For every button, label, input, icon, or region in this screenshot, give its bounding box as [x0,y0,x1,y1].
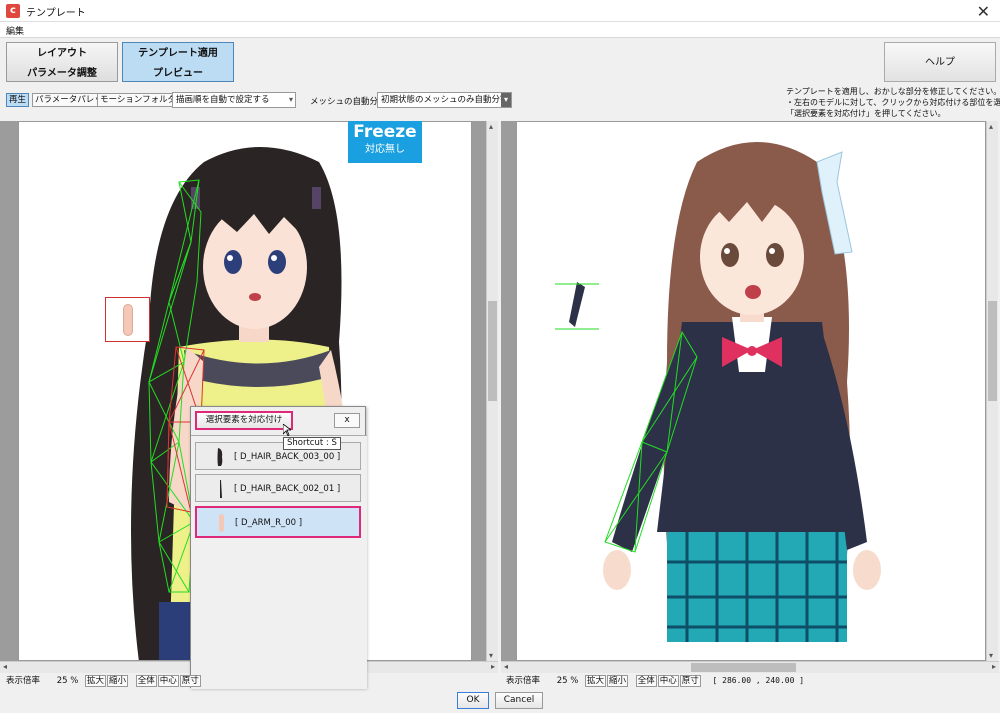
mesh-split-value: 初期状態のメッシュのみ自動分割 [381,95,509,105]
right-canvas-gutter [501,121,516,661]
scroll-left-icon[interactable]: ◂ [504,662,508,671]
cursor-coordinates: [ 286.00 , 240.00 ] [712,676,805,685]
scroll-down-icon[interactable]: ▾ [489,651,493,660]
preview-label: プレビュー [153,68,203,79]
shortcut-tooltip: Shortcut : S [283,437,341,450]
left-status-bar: 表示倍率 25 % 拡大 縮小 全体 中心 原寸 [6,674,202,687]
play-button[interactable]: 再生 [6,93,30,107]
draw-order-value: 描画順を自動で設定する [176,95,270,105]
menu-edit[interactable]: 編集 [6,24,24,37]
right-horizontal-scrollbar[interactable]: ◂ ▸ [501,661,999,673]
zoom-out-button[interactable]: 縮小 [607,675,629,687]
window-title: テンプレート [26,8,86,19]
list-item[interactable]: [ D_HAIR_BACK_002_01 ] [195,474,361,502]
draw-order-select[interactable]: 描画順を自動で設定する ▾ [172,92,296,108]
instruction-line-2: ・左右のモデルに対して、クリックから対応付ける部位を選び、 [786,98,1000,107]
fit-button[interactable]: 全体 [635,675,657,687]
zoom-label: 表示倍率 [6,676,41,686]
close-icon[interactable]: ✕ [977,2,990,21]
assign-selected-button[interactable]: 選択要素を対応付け [195,411,293,430]
list-item-label: [ D_ARM_R_00 ] [235,518,303,528]
original-size-button[interactable]: 原寸 [179,675,201,687]
right-canvas[interactable] [516,121,986,661]
list-item-label: [ D_HAIR_BACK_003_00 ] [234,452,341,462]
layout-mode-button[interactable]: レイアウト パラメータ調整 [6,42,118,82]
arm-thumbnail-icon [123,304,133,336]
mesh-label: メッシュの自動分割 [310,97,387,107]
hair-part-icon [220,480,222,498]
list-item-label: [ D_HAIR_BACK_002_01 ] [234,484,341,494]
center-button[interactable]: 中心 [657,675,679,687]
template-apply-button[interactable]: テンプレート適用 プレビュー [122,42,234,82]
mouse-cursor-icon [283,424,291,436]
arm-part-icon [219,514,224,532]
zoom-value: 25 % [56,676,79,686]
zoom-value: 25 % [556,676,579,686]
instruction-line-3: 「選択要素を対応付け」を押してください。 [786,109,946,118]
template-apply-label: テンプレート適用 [138,48,218,59]
left-canvas-gutter [0,121,18,661]
part-assign-popup: 選択要素を対応付け x Shortcut : S [ D_HAIR_BACK_0… [190,406,367,689]
ok-button[interactable]: OK [457,692,489,709]
right-model-illustration [555,142,881,642]
right-vscroll-thumb[interactable] [988,301,997,401]
help-button[interactable]: ヘルプ [884,42,996,82]
title-bar: c テンプレート ✕ [0,0,1000,22]
scroll-up-icon[interactable]: ▴ [489,122,493,131]
part-list: [ D_HAIR_BACK_003_00 ] [ D_HAIR_BACK_002… [191,435,367,689]
freeze-badge[interactable]: Freeze 対応無し [348,121,422,163]
zoom-in-button[interactable]: 拡大 [585,675,607,687]
zoom-out-button[interactable]: 縮小 [107,675,129,687]
left-vertical-scrollbar[interactable]: ▴ ▾ [486,121,498,661]
app-icon: c [6,4,20,18]
scroll-down-icon[interactable]: ▾ [989,651,993,660]
center-button[interactable]: 中心 [157,675,179,687]
param-adjust-label: パラメータ調整 [27,68,97,79]
motion-folder-button[interactable]: モーションフォルダ [97,93,180,107]
zoom-label: 表示倍率 [506,676,541,686]
hair-part-icon [217,448,223,466]
cancel-button[interactable]: Cancel [495,692,543,709]
scroll-right-icon[interactable]: ▸ [992,662,996,671]
scroll-right-icon[interactable]: ▸ [491,662,495,671]
menu-bar: 編集 [0,22,1000,38]
right-status-bar: 表示倍率 25 % 拡大 縮小 全体 中心 原寸 [ 286.00 , 240.00 … [506,674,805,687]
instruction-line-1: テンプレートを適用し、おかしな部分を修正してください。 [786,87,1000,96]
layout-mode-label: レイアウト [37,48,87,59]
mesh-split-select[interactable]: 初期状態のメッシュのみ自動分割 ▾ [377,92,512,108]
zoom-in-button[interactable]: 拡大 [85,675,107,687]
popup-close-button[interactable]: x [334,413,360,428]
freeze-title: Freeze [353,122,417,142]
scroll-up-icon[interactable]: ▴ [989,122,993,131]
selected-part-thumbnail [105,297,150,342]
left-vscroll-thumb[interactable] [488,301,497,401]
chevron-down-icon: ▾ [501,93,511,107]
chevron-down-icon: ▾ [288,95,293,104]
right-vertical-scrollbar[interactable]: ▴ ▾ [986,121,998,661]
original-size-button[interactable]: 原寸 [679,675,701,687]
left-canvas-gutter-right [472,121,486,661]
list-item[interactable]: [ D_ARM_R_00 ] [195,506,361,538]
freeze-subtitle: 対応無し [365,144,405,155]
scroll-left-icon[interactable]: ◂ [3,662,7,671]
right-hscroll-thumb[interactable] [691,663,796,672]
fit-button[interactable]: 全体 [135,675,157,687]
